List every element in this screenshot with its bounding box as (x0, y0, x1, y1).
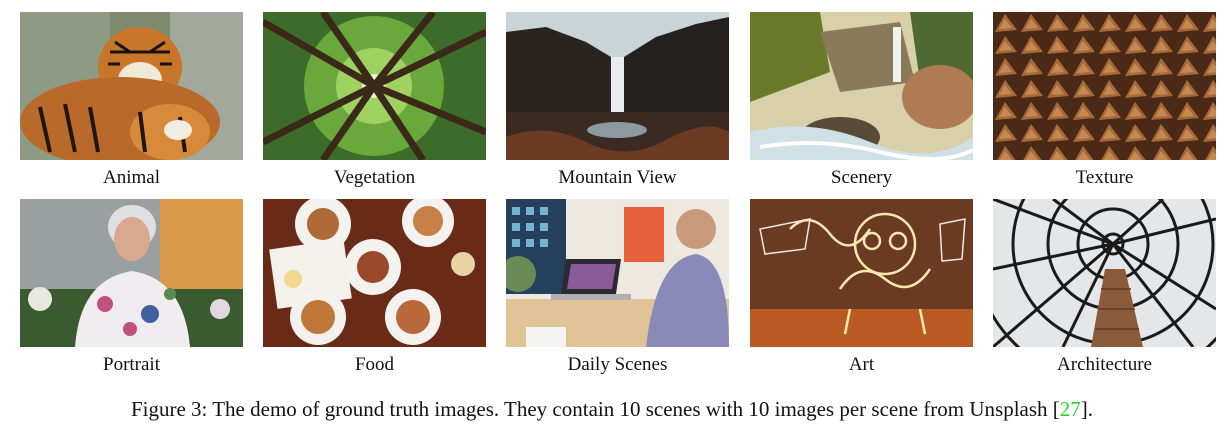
caption-end: ]. (1080, 397, 1094, 421)
man-laptop-photo-icon (506, 199, 729, 347)
light-painting-graffiti-photo-icon (750, 199, 973, 347)
glass-dome-tower-photo-icon (993, 199, 1216, 347)
scene-label: Animal (103, 167, 160, 188)
scene-label: Portrait (103, 354, 160, 375)
figure-grid: Animal Vegetation Mountain View Scenery … (0, 0, 1224, 433)
scene-architecture: Architecture (993, 199, 1216, 376)
scene-daily-scenes: Daily Scenes (506, 199, 729, 376)
forest-canopy-photo-icon (263, 12, 486, 160)
table-food-photo-icon (263, 199, 486, 347)
scene-label: Art (848, 354, 875, 375)
figure-caption: Figure 3: The demo of ground truth image… (0, 396, 1224, 422)
scene-mountain-view: Mountain View (506, 12, 729, 189)
scene-vegetation: Vegetation (263, 12, 486, 189)
elderly-woman-photo-icon (20, 199, 243, 347)
scene-label: Daily Scenes (567, 354, 668, 375)
scene-label: Mountain View (558, 167, 677, 188)
scene-label: Scenery (830, 167, 893, 188)
river-waterfall-photo-icon (750, 12, 973, 160)
stacked-firewood-photo-icon (993, 12, 1216, 160)
scene-portrait: Portrait (20, 199, 243, 376)
scene-animal: Animal (20, 12, 243, 189)
scene-texture: Texture (993, 12, 1216, 189)
scene-label: Architecture (1057, 354, 1152, 375)
scene-food: Food (263, 199, 486, 376)
tiger-photo-icon (20, 12, 243, 160)
citation-link[interactable]: 27 (1060, 397, 1081, 421)
scene-label: Texture (1075, 167, 1134, 188)
scene-art: Art (750, 199, 973, 376)
scene-label: Food (354, 354, 395, 375)
scene-label: Vegetation (333, 167, 416, 188)
scene-scenery: Scenery (750, 12, 973, 189)
waterfall-cliff-photo-icon (506, 12, 729, 160)
caption-text: Figure 3: The demo of ground truth image… (130, 397, 1060, 421)
